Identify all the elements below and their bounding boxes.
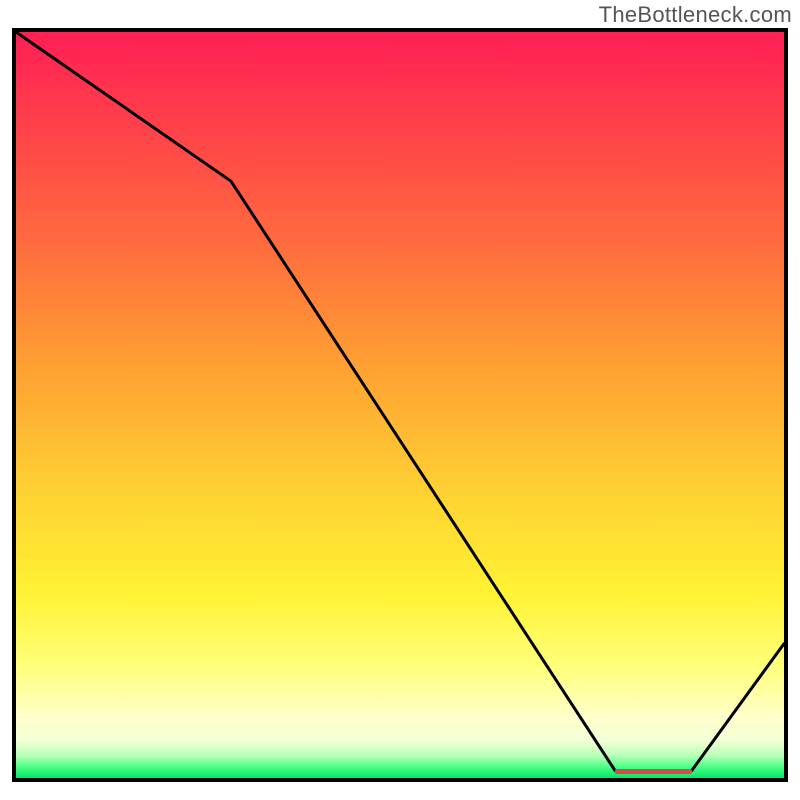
attribution-text: TheBottleneck.com	[599, 2, 792, 28]
curve-path	[16, 32, 784, 771]
plot-inner	[16, 32, 784, 778]
minimum-marker	[615, 769, 692, 774]
plot-frame	[12, 28, 788, 782]
bottleneck-curve	[16, 32, 784, 778]
page-root: TheBottleneck.com	[0, 0, 800, 800]
